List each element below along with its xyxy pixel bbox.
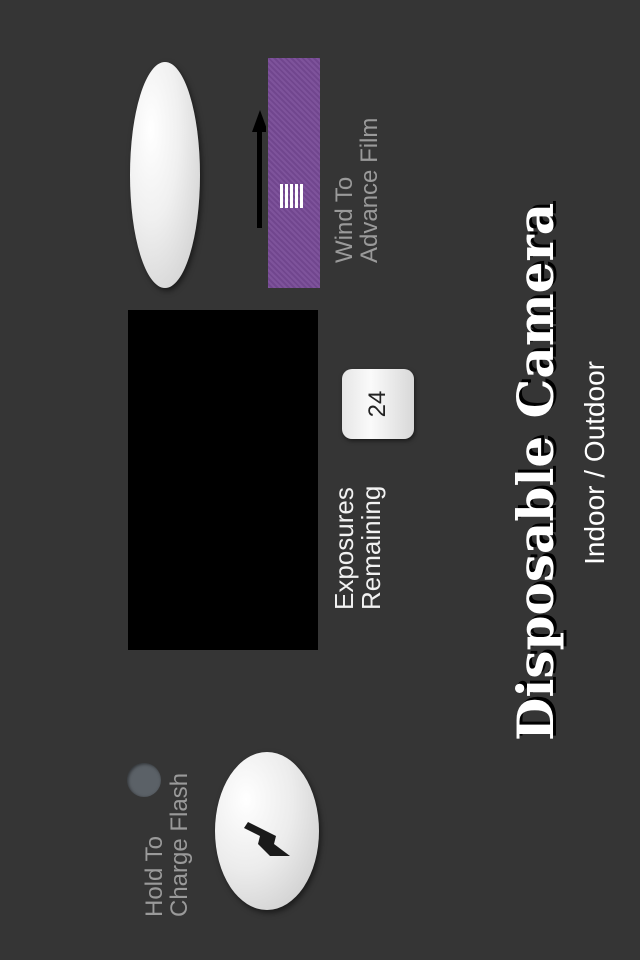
exposures-remaining-label: Exposures Remaining <box>329 458 395 610</box>
exposure-count: 24 <box>364 390 391 418</box>
wind-label-line2: Advance Film <box>356 117 384 263</box>
exposures-label-line1: Exposures <box>329 487 359 610</box>
lightning-bolt-icon <box>244 822 290 856</box>
app-title: Disposable Camera <box>506 202 565 741</box>
wind-label-line1: Wind To <box>331 176 358 263</box>
charge-flash-label: Hold To Charge Flash <box>141 757 200 917</box>
wind-instruction-label: Wind To Advance Film <box>331 93 384 263</box>
wheel-ridge <box>290 184 293 208</box>
app-subtitle: Indoor / Outdoor <box>579 361 610 565</box>
wheel-ridge <box>280 184 283 208</box>
wheel-ridge <box>300 184 303 208</box>
exposures-label-line2: Remaining <box>356 485 387 610</box>
shutter-button[interactable] <box>130 62 200 288</box>
viewfinder <box>128 310 318 650</box>
wheel-ridge <box>285 184 288 208</box>
charge-label-line1: Hold To <box>141 836 168 917</box>
camera-screen: Wind To Advance Film 24 Exposures Remain… <box>0 0 640 960</box>
film-advance-wheel[interactable] <box>268 58 320 288</box>
up-arrow-icon <box>252 110 266 228</box>
wheel-ridge <box>295 184 298 208</box>
exposure-counter: 24 <box>342 369 414 439</box>
charge-flash-button[interactable] <box>215 752 319 910</box>
charge-label-line2: Charge Flash <box>166 772 194 917</box>
